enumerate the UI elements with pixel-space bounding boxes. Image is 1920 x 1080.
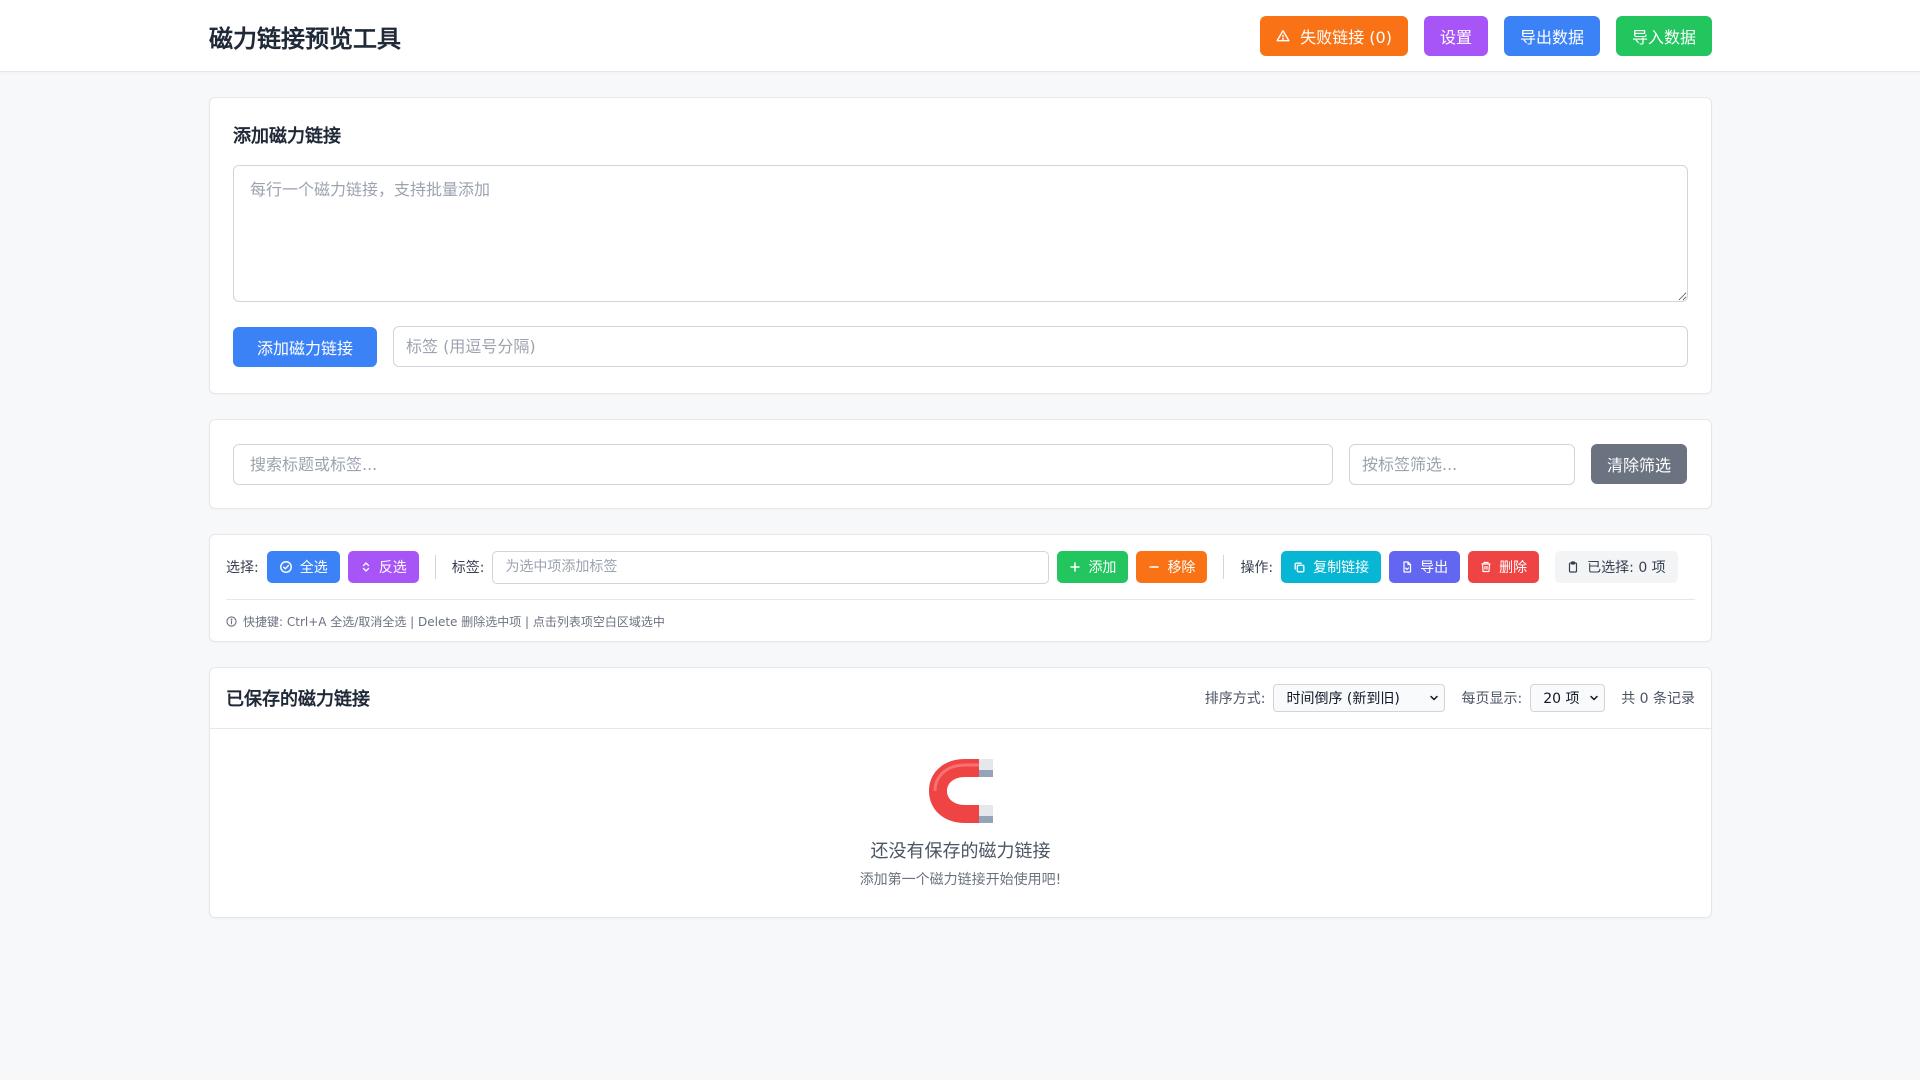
empty-state-subtitle: 添加第一个磁力链接开始使用吧! bbox=[859, 872, 1062, 888]
saved-links-card: 已保存的磁力链接 排序方式: 时间倒序 (新到旧) 每页显示: 20 项 共 0… bbox=[209, 667, 1712, 918]
divider bbox=[1223, 555, 1225, 579]
list-title: 已保存的磁力链接 bbox=[226, 689, 370, 710]
invert-selection-label: 反选 bbox=[378, 560, 407, 576]
select-all-label: 全选 bbox=[299, 560, 328, 576]
add-tag-label: 添加 bbox=[1088, 560, 1117, 576]
add-magnet-card: 添加磁力链接 添加磁力链接 bbox=[209, 97, 1712, 394]
failed-links-label: 失败链接 (0) bbox=[1300, 28, 1392, 47]
bulk-tag-input[interactable] bbox=[492, 550, 1050, 584]
clipboard-icon bbox=[1567, 560, 1579, 574]
minus-icon bbox=[1148, 561, 1160, 573]
select-all-button[interactable]: 全选 bbox=[266, 551, 340, 583]
chevron-updown-icon bbox=[360, 560, 372, 574]
remove-tag-button[interactable]: 移除 bbox=[1136, 551, 1208, 583]
magnet-icon bbox=[927, 757, 995, 825]
sort-label: 排序方式: bbox=[1204, 691, 1266, 707]
per-page-select-value: 20 项 bbox=[1543, 691, 1580, 707]
check-circle-icon bbox=[279, 560, 293, 574]
plus-icon bbox=[1069, 561, 1081, 573]
info-icon bbox=[226, 615, 237, 627]
delete-selected-label: 删除 bbox=[1499, 560, 1528, 576]
selected-count-label: 已选择: 0 项 bbox=[1587, 560, 1666, 576]
export-selected-button[interactable]: 导出 bbox=[1389, 551, 1461, 583]
search-input[interactable] bbox=[233, 443, 1333, 485]
invert-selection-button[interactable]: 反选 bbox=[347, 551, 419, 583]
export-data-button[interactable]: 导出数据 bbox=[1503, 16, 1600, 56]
copy-links-button[interactable]: 复制链接 bbox=[1281, 551, 1382, 583]
trash-icon bbox=[1480, 560, 1492, 574]
operations-label: 操作: bbox=[1240, 560, 1274, 576]
filter-card: 清除筛选 bbox=[209, 419, 1712, 509]
copy-links-label: 复制链接 bbox=[1313, 560, 1370, 576]
total-records: 共 0 条记录 bbox=[1621, 691, 1695, 707]
tags-input[interactable] bbox=[393, 326, 1688, 367]
header-actions: 失败链接 (0) 设置 导出数据 导入数据 bbox=[1260, 16, 1712, 56]
copy-icon bbox=[1293, 561, 1306, 574]
warning-icon bbox=[1276, 29, 1290, 43]
sort-select-value: 时间倒序 (新到旧) bbox=[1286, 691, 1400, 707]
magnet-links-textarea[interactable] bbox=[233, 165, 1688, 302]
top-bar: 磁力链接预览工具 失败链接 (0) 设置 导出数据 导入数据 bbox=[0, 0, 1920, 72]
chevron-down-icon bbox=[1588, 692, 1600, 704]
per-page-select[interactable]: 20 项 bbox=[1530, 684, 1606, 712]
export-selected-label: 导出 bbox=[1420, 560, 1449, 576]
sort-select[interactable]: 时间倒序 (新到旧) bbox=[1273, 684, 1446, 712]
shortcut-hint: 快捷键: Ctrl+A 全选/取消全选 | Delete 删除选中项 | 点击列… bbox=[226, 600, 1695, 642]
per-page-label: 每页显示: bbox=[1461, 691, 1523, 707]
list-header: 已保存的磁力链接 排序方式: 时间倒序 (新到旧) 每页显示: 20 项 共 0… bbox=[210, 668, 1711, 729]
delete-selected-button[interactable]: 删除 bbox=[1468, 551, 1540, 583]
bulk-operations-card: 选择: 全选 反选 标签: 添加 bbox=[209, 534, 1712, 642]
empty-state-title: 还没有保存的磁力链接 bbox=[870, 841, 1051, 862]
selected-count: 已选择: 0 项 bbox=[1555, 551, 1678, 583]
add-magnet-button[interactable]: 添加磁力链接 bbox=[233, 326, 377, 367]
list-controls: 排序方式: 时间倒序 (新到旧) 每页显示: 20 项 共 0 条记录 bbox=[1205, 684, 1695, 712]
select-label: 选择: bbox=[226, 560, 259, 576]
app-title: 磁力链接预览工具 bbox=[209, 24, 401, 53]
import-data-button[interactable]: 导入数据 bbox=[1615, 16, 1712, 56]
divider bbox=[434, 555, 436, 579]
chevron-down-icon bbox=[1428, 692, 1440, 704]
file-icon bbox=[1401, 560, 1413, 574]
empty-state: 还没有保存的磁力链接 添加第一个磁力链接开始使用吧! bbox=[210, 729, 1711, 889]
add-section-title: 添加磁力链接 bbox=[233, 126, 341, 147]
remove-tag-label: 移除 bbox=[1167, 560, 1196, 576]
add-tag-button[interactable]: 添加 bbox=[1057, 551, 1129, 583]
failed-links-button[interactable]: 失败链接 (0) bbox=[1260, 16, 1408, 56]
settings-button[interactable]: 设置 bbox=[1423, 16, 1488, 56]
main-container: 添加磁力链接 添加磁力链接 清除筛选 选择: 全选 反选 bbox=[209, 97, 1712, 918]
add-row: 添加磁力链接 bbox=[233, 326, 1688, 367]
shortcut-hint-text: 快捷键: Ctrl+A 全选/取消全选 | Delete 删除选中项 | 点击列… bbox=[243, 614, 665, 629]
tag-filter-input[interactable] bbox=[1349, 443, 1575, 485]
bulk-toolbar: 选择: 全选 反选 标签: 添加 bbox=[226, 535, 1695, 600]
tags-label: 标签: bbox=[451, 560, 485, 576]
clear-filter-button[interactable]: 清除筛选 bbox=[1591, 444, 1687, 484]
